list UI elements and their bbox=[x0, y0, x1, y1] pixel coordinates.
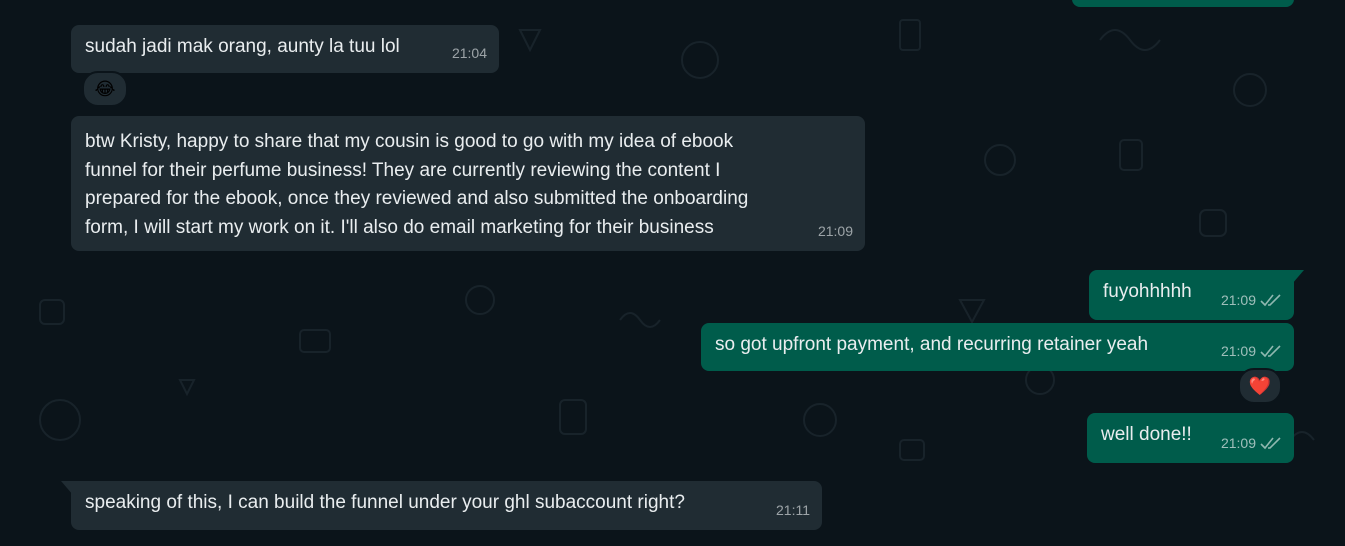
message-time: 21:09 bbox=[1220, 342, 1256, 359]
reaction-badge[interactable]: ❤️ bbox=[1238, 368, 1282, 404]
message-text: speaking of this, I can build the funnel… bbox=[85, 492, 685, 513]
double-check-read-icon bbox=[1260, 345, 1281, 357]
outgoing-message-bubble[interactable]: fuyohhhhh 21:09 bbox=[1089, 270, 1304, 320]
message-text: btw Kristy, happy to share that my cousi… bbox=[85, 131, 749, 238]
message-text: so got upfront payment, and recurring re… bbox=[715, 334, 1149, 355]
double-check-read-icon bbox=[1260, 294, 1281, 306]
reaction-emoji: 😂 bbox=[94, 78, 116, 99]
message-timestamp: 21:09 bbox=[1221, 286, 1282, 315]
double-check-read-icon bbox=[1260, 437, 1281, 449]
bubble-tail bbox=[1292, 270, 1304, 284]
message-time: 21:09 bbox=[1220, 291, 1256, 308]
bubble-tail bbox=[61, 481, 73, 495]
incoming-message-bubble[interactable]: speaking of this, I can build the funnel… bbox=[61, 481, 822, 530]
outgoing-message-bubble[interactable]: well done!! 21:09 bbox=[1087, 413, 1294, 463]
message-timestamp: 21:04 bbox=[451, 44, 487, 61]
message-timestamp: 21:09 bbox=[1221, 429, 1282, 458]
message-text: sudah jadi mak orang, aunty la tuu lol bbox=[85, 36, 400, 57]
message-timestamp: 21:11 bbox=[776, 501, 810, 518]
message-time: 21:09 bbox=[1220, 434, 1256, 451]
reaction-badge[interactable]: 😂 bbox=[82, 71, 128, 107]
outgoing-message-bubble[interactable]: so got upfront payment, and recurring re… bbox=[701, 323, 1294, 371]
reaction-emoji: ❤️ bbox=[1248, 375, 1272, 396]
message-timestamp: 21:09 bbox=[817, 222, 853, 239]
outgoing-message-bubble-partial[interactable] bbox=[1072, 0, 1294, 7]
message-timestamp: 21:09 bbox=[1221, 337, 1282, 366]
incoming-message-bubble[interactable]: sudah jadi mak orang, aunty la tuu lol 2… bbox=[71, 25, 499, 73]
incoming-message-bubble[interactable]: btw Kristy, happy to share that my cousi… bbox=[71, 116, 865, 251]
